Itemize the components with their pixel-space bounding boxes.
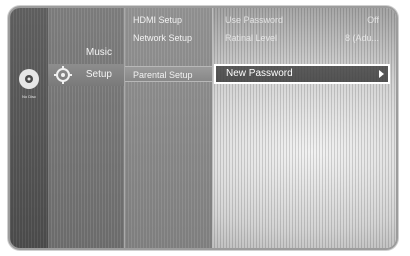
arrow-right-icon (379, 70, 384, 78)
main-category-menu: Music Setup (48, 8, 124, 248)
option-value: Off (367, 15, 379, 25)
menu-item-music[interactable]: Music (48, 42, 124, 64)
setup-submenu: HDMI Setup Network Setup Parental Setup (124, 8, 213, 248)
option-name: New Password (226, 68, 293, 79)
setup-icon (54, 66, 72, 84)
disc-icon (19, 69, 39, 89)
menu-item-label: Music (85, 47, 112, 58)
parental-options-panel: Use Password Off Ratinal Level 8 (Adu... (212, 8, 396, 248)
setup-item-network[interactable]: Network Setup (125, 30, 213, 46)
option-name: Use Password (225, 15, 284, 25)
new-password-option[interactable]: New Password (214, 64, 390, 84)
setup-item-hdmi[interactable]: HDMI Setup (125, 12, 213, 28)
tv-screen: No Disc Music Setup HDMI Setup Network S… (10, 8, 396, 248)
option-name: Ratinal Level (225, 33, 278, 43)
option-row-use-password[interactable]: Use Password Off (213, 12, 396, 28)
left-status-strip: No Disc (10, 8, 48, 248)
menu-item-setup[interactable]: Setup (48, 64, 124, 86)
setup-item-parental[interactable]: Parental Setup (125, 66, 213, 82)
option-value: 8 (Adu... (344, 33, 379, 43)
disc-status-label: No Disc (21, 94, 36, 99)
option-row-rating-level[interactable]: Ratinal Level 8 (Adu... (213, 30, 396, 46)
menu-item-label: Setup (85, 69, 112, 80)
